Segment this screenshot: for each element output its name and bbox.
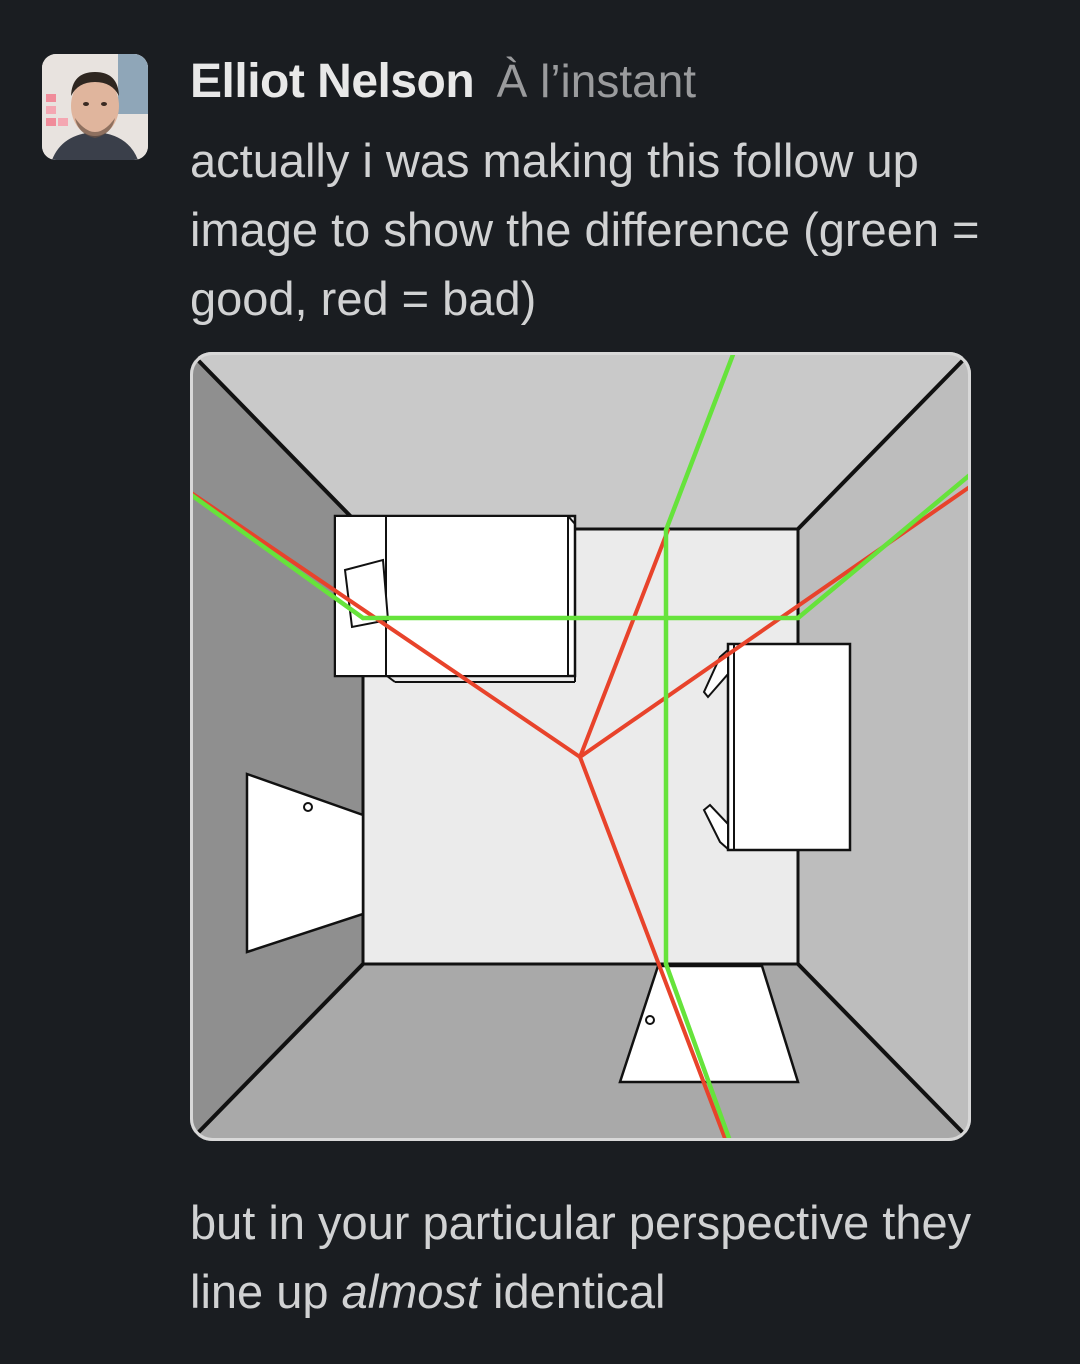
avatar[interactable] (42, 54, 148, 160)
message-text-part: identical (480, 1265, 666, 1318)
bed (333, 514, 577, 683)
message-timestamp[interactable]: À l’instant (497, 55, 696, 107)
avatar-image (42, 54, 148, 160)
image-attachment[interactable] (190, 352, 971, 1141)
chat-message: Elliot Nelson À l’instant actually i was… (0, 0, 1080, 1364)
message-text: actually i was making this follow up ima… (190, 134, 980, 325)
message-text: but in your particular perspective they … (190, 1188, 1050, 1326)
message-text-emphasis: almost (341, 1265, 480, 1318)
message-header: Elliot Nelson À l’instant (190, 54, 696, 114)
author-name[interactable]: Elliot Nelson (190, 55, 475, 108)
room-perspective-image (190, 352, 971, 1141)
